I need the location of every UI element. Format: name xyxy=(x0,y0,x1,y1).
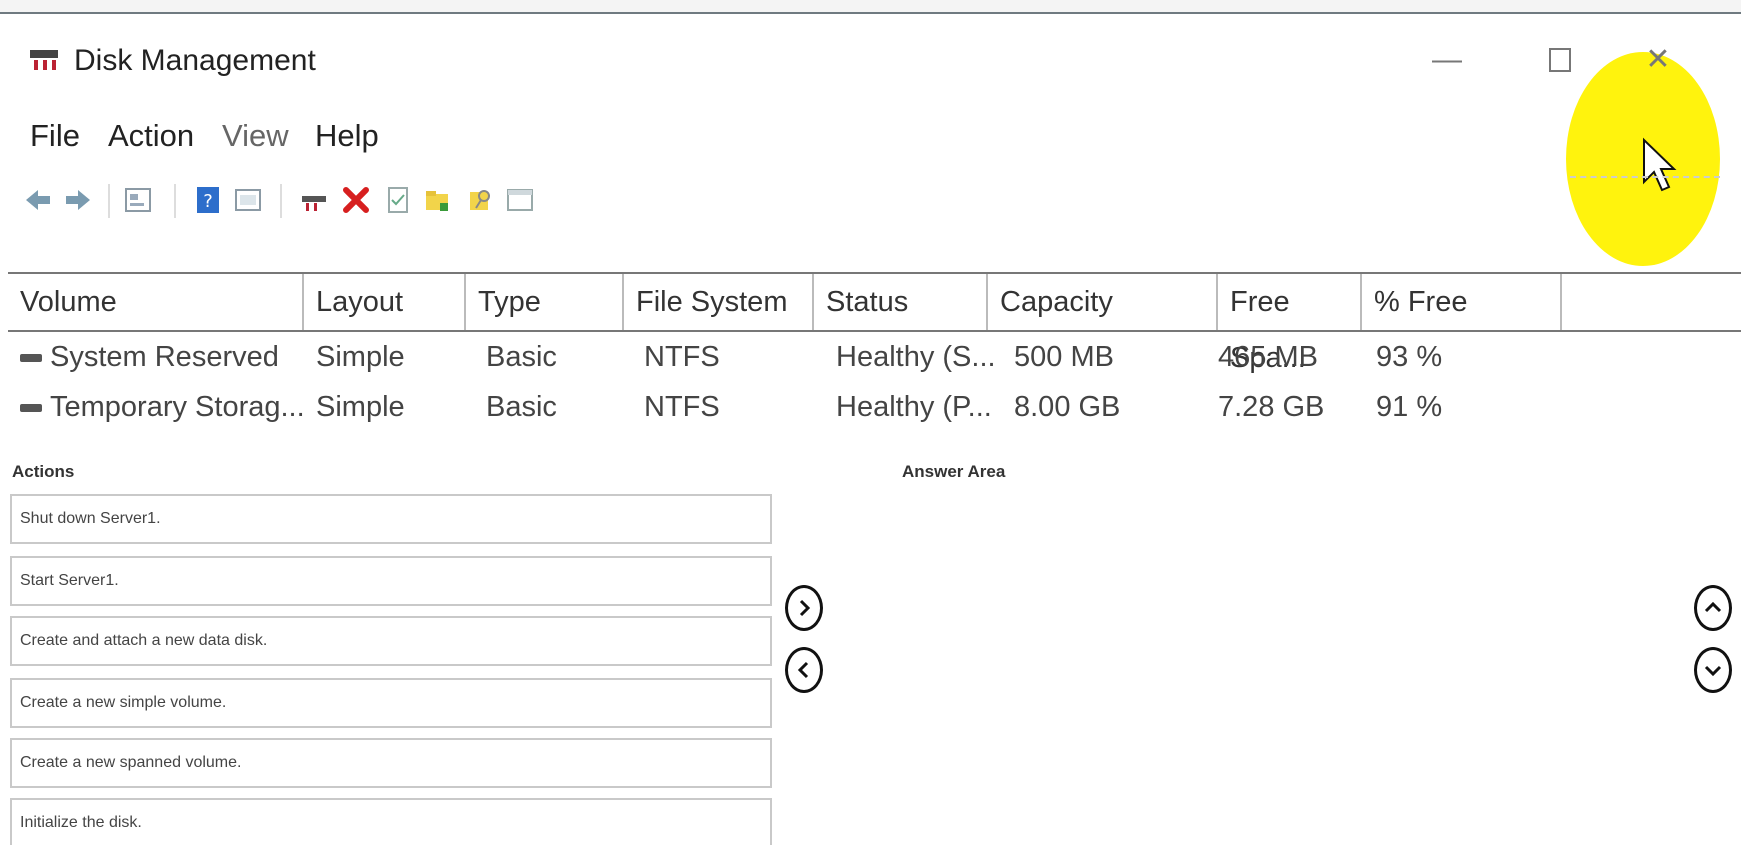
answer-area-label: Answer Area xyxy=(902,462,1006,481)
chevron-right-icon xyxy=(799,599,811,617)
column-header-percent-free[interactable]: % Free xyxy=(1362,274,1562,330)
toolbar-separator xyxy=(108,184,110,218)
back-icon[interactable] xyxy=(22,184,54,216)
action-item[interactable]: Initialize the disk. xyxy=(10,798,772,845)
chevron-up-icon xyxy=(1704,601,1722,613)
column-header-file-system[interactable]: File System xyxy=(624,274,814,330)
table-row[interactable]: Temporary Storag... Simple Basic NTFS He… xyxy=(8,382,1741,432)
percent-free-cell: 93 % xyxy=(1376,341,1443,373)
close-button[interactable]: ✕ xyxy=(1636,40,1680,80)
status-cell: Healthy (P... xyxy=(836,391,992,423)
free-space-cell: 7.28 GB xyxy=(1218,391,1325,423)
action-item[interactable]: Shut down Server1. xyxy=(10,494,772,544)
menu-divider xyxy=(1570,176,1720,178)
window-icon[interactable] xyxy=(504,184,536,216)
top-border xyxy=(0,0,1741,14)
menu-file[interactable]: File xyxy=(30,118,80,154)
layout-cell: Simple xyxy=(316,391,405,423)
maximize-button[interactable] xyxy=(1538,40,1582,80)
move-right-button[interactable] xyxy=(785,585,823,631)
volume-table: Volume Layout Type File System Status Ca… xyxy=(8,272,1741,432)
chevron-down-icon xyxy=(1704,665,1722,677)
menu-help[interactable]: Help xyxy=(315,118,379,154)
checklist-icon[interactable] xyxy=(382,184,414,216)
volume-cell: Temporary Storag... xyxy=(20,382,305,432)
maximize-icon xyxy=(1549,48,1571,72)
title-bar: Disk Management — ✕ xyxy=(0,30,1741,266)
menu-bar: File Action View Help xyxy=(0,118,1741,162)
volume-cell: System Reserved xyxy=(20,332,279,382)
volume-icon xyxy=(20,354,42,363)
type-cell: Basic xyxy=(486,391,557,423)
move-down-button[interactable] xyxy=(1694,647,1732,693)
status-cell: Healthy (S... xyxy=(836,341,996,373)
action-item[interactable]: Create a new spanned volume. xyxy=(10,738,772,788)
move-left-button[interactable] xyxy=(785,647,823,693)
folder-icon[interactable] xyxy=(422,184,454,216)
capacity-cell: 500 MB xyxy=(1014,341,1114,373)
help-icon[interactable]: ? xyxy=(192,184,224,216)
column-header-layout[interactable]: Layout xyxy=(304,274,466,330)
column-header-free-space[interactable]: Free Spa... xyxy=(1218,274,1362,374)
volume-name: Temporary Storag... xyxy=(50,391,305,423)
table-header: Volume Layout Type File System Status Ca… xyxy=(8,272,1741,374)
column-header-capacity[interactable]: Capacity xyxy=(988,274,1218,330)
chevron-left-icon xyxy=(797,661,809,679)
console-icon[interactable] xyxy=(232,184,264,216)
column-header-type[interactable]: Type xyxy=(466,274,624,330)
capacity-cell: 8.00 GB xyxy=(1014,391,1121,423)
column-header-volume[interactable]: Volume xyxy=(8,274,304,330)
volume-name: System Reserved xyxy=(50,341,279,373)
file-system-cell: NTFS xyxy=(644,391,720,423)
minimize-button[interactable]: — xyxy=(1425,40,1469,80)
column-header-status[interactable]: Status xyxy=(814,274,988,330)
delete-icon[interactable] xyxy=(340,184,372,216)
percent-free-cell: 91 % xyxy=(1376,391,1443,423)
window-title: Disk Management xyxy=(74,44,316,77)
free-space-cell: 465 MB xyxy=(1218,341,1318,373)
volume-icon xyxy=(20,404,42,413)
connect-disk-icon[interactable] xyxy=(298,184,330,216)
type-cell: Basic xyxy=(486,341,557,373)
layout-cell: Simple xyxy=(316,341,405,373)
menu-action[interactable]: Action xyxy=(108,118,194,154)
svg-text:?: ? xyxy=(203,191,213,212)
move-up-button[interactable] xyxy=(1694,585,1732,631)
action-item[interactable]: Create and attach a new data disk. xyxy=(10,616,772,666)
disk-management-icon xyxy=(28,46,62,74)
search-icon[interactable] xyxy=(464,184,496,216)
forward-icon[interactable] xyxy=(62,184,94,216)
action-item[interactable]: Start Server1. xyxy=(10,556,772,606)
toolbar-separator xyxy=(280,184,282,218)
file-system-cell: NTFS xyxy=(644,341,720,373)
menu-view[interactable]: View xyxy=(222,118,289,154)
toolbar: ? xyxy=(22,178,702,230)
properties-icon[interactable] xyxy=(122,184,154,216)
toolbar-separator xyxy=(174,184,176,218)
action-item[interactable]: Create a new simple volume. xyxy=(10,678,772,728)
table-row[interactable]: System Reserved Simple Basic NTFS Health… xyxy=(8,332,1741,382)
actions-label: Actions xyxy=(12,462,75,481)
